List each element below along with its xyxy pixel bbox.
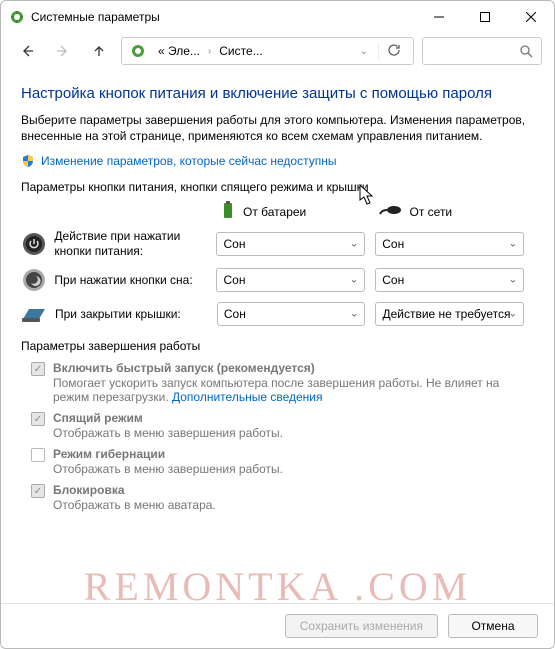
- select-power-battery[interactable]: Сон⌄: [216, 232, 365, 256]
- select-sleep-ac[interactable]: Сон⌄: [375, 268, 524, 292]
- window-title: Системные параметры: [31, 10, 160, 24]
- forward-button[interactable]: [49, 37, 77, 65]
- page-title: Настройка кнопок питания и включение защ…: [21, 85, 534, 102]
- select-lid-ac[interactable]: Действие не требуется⌄: [375, 302, 524, 326]
- chk-fast-startup-title: Включить быстрый запуск (рекомендуется): [53, 361, 315, 375]
- shutdown-section-label: Параметры завершения работы: [21, 339, 534, 353]
- search-input[interactable]: [422, 37, 542, 65]
- more-info-link[interactable]: Дополнительные сведения: [172, 390, 322, 404]
- checkbox-lock: [31, 484, 45, 498]
- save-button: Сохранить изменения: [285, 614, 438, 638]
- checkbox-fast-startup: [31, 362, 45, 376]
- shield-icon: [21, 154, 35, 168]
- row-sleep-label: При нажатии кнопки сна:: [54, 273, 216, 288]
- checkbox-sleep: [31, 412, 45, 426]
- app-icon: [9, 9, 25, 25]
- power-button-icon: [21, 231, 46, 257]
- chevron-down-icon[interactable]: ⌄: [354, 46, 374, 57]
- chk-hibernate-title: Режим гибернации: [53, 447, 165, 461]
- breadcrumb-seg-0[interactable]: « Эле...: [154, 44, 204, 58]
- refresh-button[interactable]: [378, 43, 409, 60]
- breadcrumb-root-icon: [126, 43, 150, 59]
- chk-lock-desc: Отображать в меню аватара.: [53, 498, 216, 512]
- maximize-button[interactable]: [462, 1, 508, 33]
- chk-sleep-title: Спящий режим: [53, 411, 143, 425]
- breadcrumb[interactable]: « Эле... › Систе... ⌄: [121, 37, 414, 65]
- col-battery-label: От батареи: [243, 205, 306, 219]
- plug-icon: [378, 203, 402, 220]
- change-unavailable-link[interactable]: Изменение параметров, которые сейчас нед…: [41, 154, 337, 168]
- close-button[interactable]: [508, 1, 554, 33]
- minimize-button[interactable]: [416, 1, 462, 33]
- select-lid-battery[interactable]: Сон⌄: [217, 302, 366, 326]
- select-power-ac[interactable]: Сон⌄: [375, 232, 524, 256]
- select-sleep-battery[interactable]: Сон⌄: [216, 268, 365, 292]
- lid-icon: [21, 301, 47, 327]
- up-button[interactable]: [85, 37, 113, 65]
- buttons-section-label: Параметры кнопки питания, кнопки спящего…: [21, 180, 534, 194]
- checkbox-hibernate: [31, 448, 45, 462]
- battery-icon: [221, 200, 235, 223]
- row-power-label: Действие при нажатии кнопки питания:: [54, 229, 216, 259]
- intro-text: Выберите параметры завершения работы для…: [21, 112, 534, 144]
- cancel-button[interactable]: Отмена: [448, 614, 538, 638]
- col-ac-label: От сети: [410, 205, 453, 219]
- chevron-right-icon: ›: [208, 46, 211, 57]
- chk-lock-title: Блокировка: [53, 483, 125, 497]
- chk-hibernate-desc: Отображать в меню завершения работы.: [53, 462, 283, 476]
- sleep-button-icon: [21, 267, 46, 293]
- search-icon: [519, 44, 533, 58]
- back-button[interactable]: [13, 37, 41, 65]
- chk-sleep-desc: Отображать в меню завершения работы.: [53, 426, 283, 440]
- breadcrumb-seg-1[interactable]: Систе...: [215, 44, 266, 58]
- row-lid-label: При закрытии крышки:: [55, 307, 217, 322]
